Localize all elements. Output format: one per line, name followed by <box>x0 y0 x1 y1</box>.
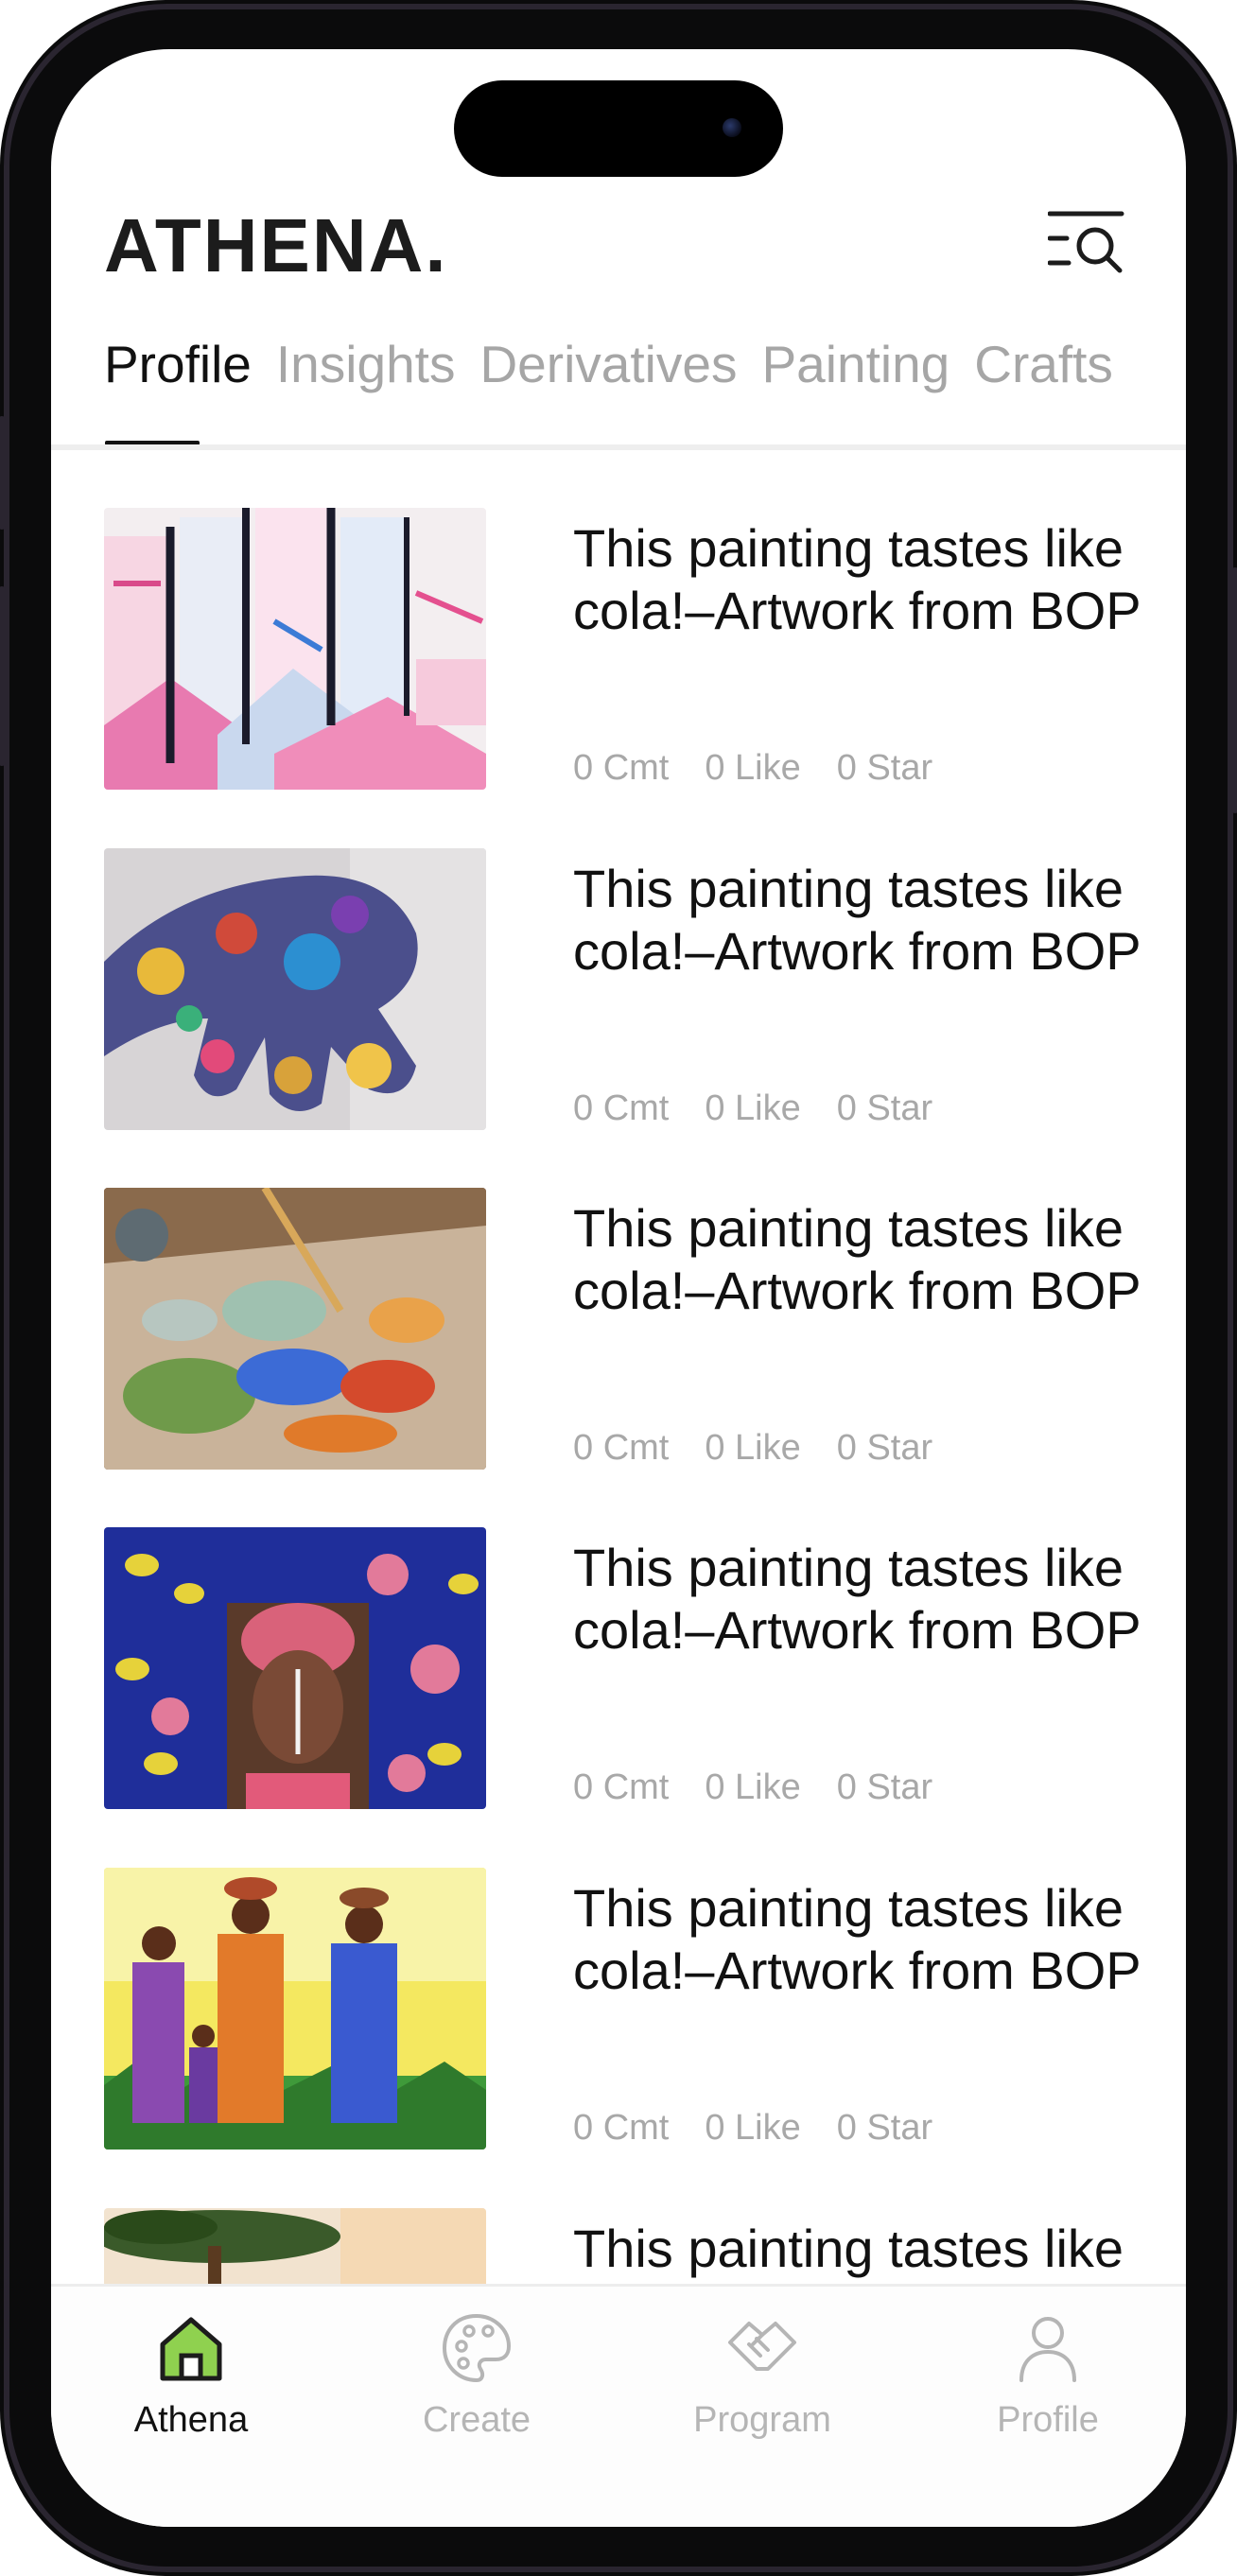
tab-insights[interactable]: Insights <box>276 339 456 391</box>
artwork-thumbnail[interactable] <box>104 1868 486 2150</box>
list-item[interactable]: This painting tastes like cola!–Artwork … <box>104 848 1186 1132</box>
like-count[interactable]: 0 Like <box>705 1088 800 1129</box>
category-tabs: Profile Insights Derivatives Painting Cr… <box>104 339 1138 391</box>
bottom-navigation: Athena Create Program Profile <box>51 2284 1186 2527</box>
artwork-thumbnail[interactable] <box>104 508 486 790</box>
search-menu-button[interactable] <box>1047 210 1127 276</box>
list-item[interactable]: This painting tastes like cola!–Artwork … <box>104 508 1186 792</box>
article-stats: 0 Cmt 0 Like 0 Star <box>573 1767 968 1808</box>
comment-count[interactable]: 0 Cmt <box>573 1767 669 1808</box>
article-stats: 0 Cmt 0 Like 0 Star <box>573 748 968 789</box>
tab-divider <box>51 444 1186 450</box>
like-count[interactable]: 0 Like <box>705 1767 800 1808</box>
nav-athena[interactable]: Athena <box>87 2287 295 2476</box>
like-count[interactable]: 0 Like <box>705 1428 800 1469</box>
article-stats: 0 Cmt 0 Like 0 Star <box>573 1088 968 1129</box>
home-icon <box>160 2317 222 2381</box>
star-count[interactable]: 0 Star <box>837 2108 932 2149</box>
side-button <box>1231 567 1237 813</box>
nav-label: Profile <box>997 2400 1099 2440</box>
screen: ATHENA. Profile Insights Derivatives Pai… <box>51 49 1186 2527</box>
nav-program[interactable]: Program <box>658 2287 866 2476</box>
artwork-thumbnail[interactable] <box>104 1188 486 1470</box>
list-item[interactable]: This painting tastes like cola!–Artwork … <box>104 1188 1186 1471</box>
comment-count[interactable]: 0 Cmt <box>573 748 669 789</box>
list-item[interactable]: This painting tastes like cola!–Artwork … <box>104 1868 1186 2151</box>
comment-count[interactable]: 0 Cmt <box>573 1088 669 1129</box>
palette-icon <box>442 2313 512 2383</box>
like-count[interactable]: 0 Like <box>705 2108 800 2149</box>
article-title[interactable]: This painting tastes like <box>573 2218 1186 2280</box>
star-count[interactable]: 0 Star <box>837 1767 932 1808</box>
phone-frame: ATHENA. Profile Insights Derivatives Pai… <box>0 0 1237 2576</box>
like-count[interactable]: 0 Like <box>705 748 800 789</box>
tab-crafts[interactable]: Crafts <box>974 339 1113 391</box>
article-title[interactable]: This painting tastes like cola!–Artwork … <box>573 1537 1186 1662</box>
brand-logo: ATHENA. <box>104 203 448 287</box>
artwork-thumbnail[interactable] <box>104 1527 486 1809</box>
star-count[interactable]: 0 Star <box>837 748 932 789</box>
tab-profile[interactable]: Profile <box>104 339 252 391</box>
article-title[interactable]: This painting tastes like cola!–Artwork … <box>573 1877 1186 2002</box>
user-icon <box>1019 2317 1076 2382</box>
article-title[interactable]: This painting tastes like cola!–Artwork … <box>573 517 1186 642</box>
nav-label: Create <box>422 2400 531 2440</box>
camera-icon <box>723 118 741 137</box>
comment-count[interactable]: 0 Cmt <box>573 1428 669 1469</box>
side-button <box>0 586 6 766</box>
comment-count[interactable]: 0 Cmt <box>573 2108 669 2149</box>
side-button <box>0 416 6 530</box>
nav-profile[interactable]: Profile <box>944 2287 1152 2476</box>
star-count[interactable]: 0 Star <box>837 1428 932 1469</box>
nav-label: Program <box>693 2400 831 2440</box>
article-title[interactable]: This painting tastes like cola!–Artwork … <box>573 858 1186 983</box>
handshake-icon <box>728 2322 796 2371</box>
article-stats: 0 Cmt 0 Like 0 Star <box>573 2108 968 2149</box>
tab-derivatives[interactable]: Derivatives <box>479 339 737 391</box>
article-title[interactable]: This painting tastes like cola!–Artwork … <box>573 1197 1186 1322</box>
dynamic-island <box>454 80 783 177</box>
article-stats: 0 Cmt 0 Like 0 Star <box>573 1428 968 1469</box>
star-count[interactable]: 0 Star <box>837 1088 932 1129</box>
nav-label: Athena <box>133 2400 249 2440</box>
nav-create[interactable]: Create <box>373 2287 581 2476</box>
search-menu-icon <box>1047 211 1124 273</box>
list-item[interactable]: This painting tastes like cola!–Artwork … <box>104 1527 1186 1811</box>
artwork-thumbnail[interactable] <box>104 848 486 1130</box>
tab-painting[interactable]: Painting <box>761 339 950 391</box>
